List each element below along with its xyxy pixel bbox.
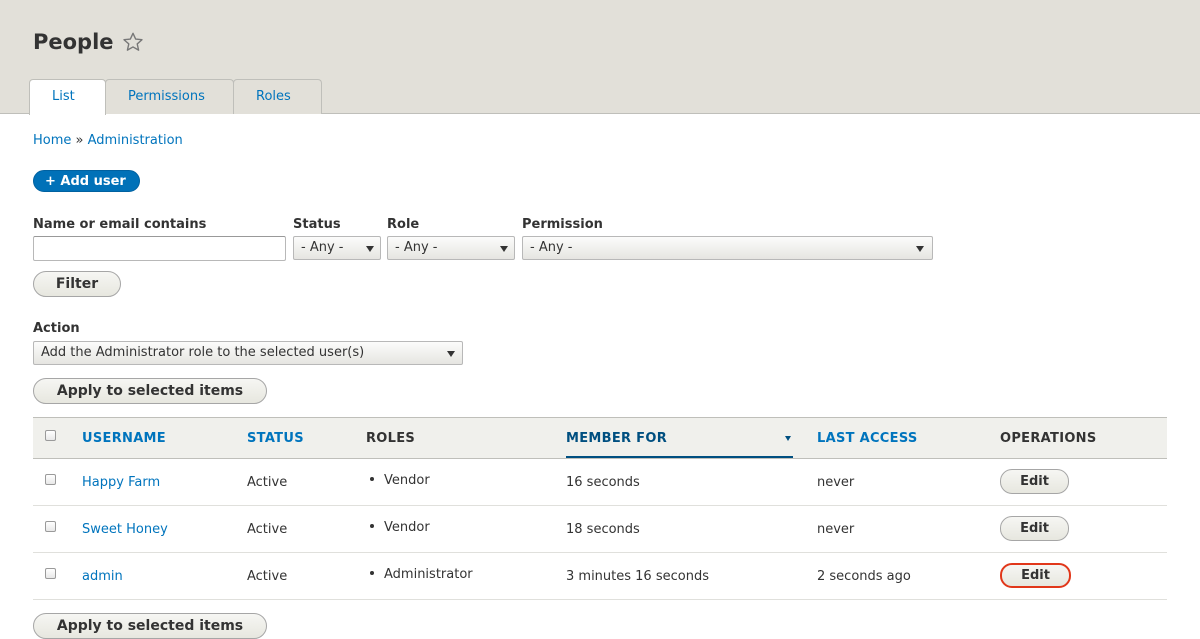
last-access-cell: 2 seconds ago bbox=[817, 569, 911, 584]
dropdown-arrow-icon bbox=[916, 246, 924, 252]
edit-button[interactable]: Edit bbox=[1000, 516, 1069, 541]
column-header-operations: OPERATIONS bbox=[1000, 431, 1097, 446]
role-label: Administrator bbox=[384, 567, 473, 582]
role-item: Vendor bbox=[370, 473, 430, 488]
add-user-button[interactable]: + Add user bbox=[33, 170, 140, 192]
breadcrumb-home[interactable]: Home bbox=[33, 133, 71, 148]
role-filter-select[interactable]: - Any - bbox=[387, 236, 515, 260]
star-icon[interactable] bbox=[122, 31, 144, 53]
breadcrumb-administration[interactable]: Administration bbox=[88, 133, 183, 148]
status-cell: Active bbox=[247, 475, 288, 490]
dropdown-arrow-icon bbox=[500, 246, 508, 252]
permission-filter-value: - Any - bbox=[530, 240, 573, 255]
member-for-cell: 16 seconds bbox=[566, 475, 640, 490]
tab-roles[interactable]: Roles bbox=[233, 79, 322, 114]
role-filter-label: Role bbox=[387, 217, 420, 232]
last-access-cell: never bbox=[817, 475, 855, 490]
edit-button[interactable]: Edit bbox=[1000, 469, 1069, 494]
status-filter-select[interactable]: - Any - bbox=[293, 236, 381, 260]
last-access-cell: never bbox=[817, 522, 855, 537]
tab-list[interactable]: List bbox=[29, 79, 106, 115]
column-header-status[interactable]: STATUS bbox=[247, 431, 304, 446]
role-label: Vendor bbox=[384, 473, 430, 488]
permission-filter-label: Permission bbox=[522, 217, 603, 232]
row-checkbox[interactable] bbox=[45, 568, 56, 579]
role-label: Vendor bbox=[384, 520, 430, 535]
page-title-wrap: People bbox=[33, 30, 144, 54]
action-select-value: Add the Administrator role to the select… bbox=[41, 345, 365, 360]
column-header-last-access[interactable]: LAST ACCESS bbox=[817, 431, 918, 446]
select-all-checkbox[interactable] bbox=[45, 430, 56, 441]
dropdown-arrow-icon bbox=[366, 246, 374, 252]
column-header-username[interactable]: USERNAME bbox=[82, 431, 166, 446]
member-for-cell: 3 minutes 16 seconds bbox=[566, 569, 709, 584]
role-item: Administrator bbox=[370, 567, 473, 582]
username-link[interactable]: Happy Farm bbox=[82, 475, 160, 490]
page-header: People List Permissions Roles bbox=[0, 0, 1200, 115]
member-for-cell: 18 seconds bbox=[566, 522, 640, 537]
active-sort-indicator bbox=[566, 456, 793, 458]
status-filter-label: Status bbox=[293, 217, 341, 232]
filter-button[interactable]: Filter bbox=[33, 271, 121, 297]
breadcrumb: Home » Administration bbox=[33, 133, 183, 148]
action-label: Action bbox=[33, 321, 80, 336]
table-row: Happy Farm Active Vendor 16 seconds neve… bbox=[33, 459, 1167, 506]
role-item: Vendor bbox=[370, 520, 430, 535]
breadcrumb-separator: » bbox=[75, 133, 84, 148]
table-row: admin Active Administrator 3 minutes 16 … bbox=[33, 553, 1167, 600]
status-filter-value: - Any - bbox=[301, 240, 344, 255]
apply-to-selected-button-top[interactable]: Apply to selected items bbox=[33, 378, 267, 404]
username-link[interactable]: Sweet Honey bbox=[82, 522, 168, 537]
edit-button[interactable]: Edit bbox=[1000, 563, 1071, 588]
apply-to-selected-button-bottom[interactable]: Apply to selected items bbox=[33, 613, 267, 639]
table-row: Sweet Honey Active Vendor 18 seconds nev… bbox=[33, 506, 1167, 553]
column-header-roles: ROLES bbox=[366, 431, 416, 446]
status-cell: Active bbox=[247, 522, 288, 537]
dropdown-arrow-icon bbox=[447, 351, 455, 357]
bullet-icon bbox=[370, 570, 374, 575]
bullet-icon bbox=[370, 523, 374, 528]
page-title: People bbox=[33, 30, 114, 54]
row-checkbox[interactable] bbox=[45, 521, 56, 532]
primary-tabs: List Permissions Roles bbox=[29, 79, 322, 115]
sort-descending-icon bbox=[785, 436, 791, 441]
column-header-member-for[interactable]: MEMBER FOR bbox=[566, 431, 667, 446]
name-filter-input[interactable] bbox=[33, 236, 286, 261]
name-filter-label: Name or email contains bbox=[33, 217, 207, 232]
bullet-icon bbox=[370, 476, 374, 481]
username-link[interactable]: admin bbox=[82, 569, 123, 584]
row-checkbox[interactable] bbox=[45, 474, 56, 485]
action-select[interactable]: Add the Administrator role to the select… bbox=[33, 341, 463, 365]
status-cell: Active bbox=[247, 569, 288, 584]
role-filter-value: - Any - bbox=[395, 240, 438, 255]
table-header: USERNAME STATUS ROLES MEMBER FOR LAST AC… bbox=[33, 417, 1167, 459]
permission-filter-select[interactable]: - Any - bbox=[522, 236, 933, 260]
tab-permissions[interactable]: Permissions bbox=[105, 79, 234, 114]
